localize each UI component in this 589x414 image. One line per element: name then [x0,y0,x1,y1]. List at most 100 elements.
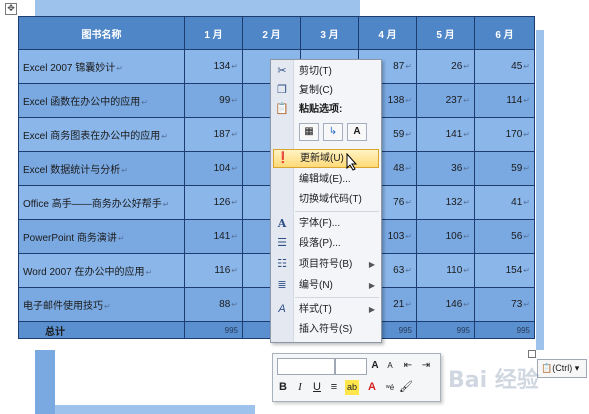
grow-font-button[interactable]: A [368,358,382,373]
value-cell-m6[interactable]: 114↵ [474,83,535,118]
paragraph-mark-icon: ↵ [405,300,412,309]
menu-item-update-field[interactable]: ❗ 更新域(U) [273,149,379,168]
paste-text-only-button[interactable]: A [347,123,367,141]
header-jun[interactable]: 6 月 [474,16,535,50]
paste-options-ctrl-button[interactable]: 📋(Ctrl) ▾ [537,359,587,378]
menu-item-styles[interactable]: A 样式(T) ▶ [271,300,381,319]
cell-value: 110 [446,265,463,276]
shrink-font-button[interactable]: A [383,358,397,373]
clipboard-icon: 📋 [541,363,553,373]
value-cell-m1[interactable]: 126↵ [184,185,243,220]
table-move-handle[interactable]: ✥ [5,3,17,15]
menu-label: 更新域(U) [300,153,344,164]
cell-value: 141 [445,129,463,140]
value-cell-m6[interactable]: 73↵ [474,287,535,322]
paragraph-mark-icon: ↵ [463,198,470,207]
paragraph-mark-icon: ↵ [463,300,470,309]
paste-keep-source-button[interactable]: ▦ [299,123,319,141]
value-cell-m1[interactable]: 141↵ [184,219,243,254]
menu-item-bullets[interactable]: ☷ 项目符号(B) ▶ [271,255,381,274]
paragraph-mark-icon: ↵ [405,130,412,139]
total-value: 995 [224,325,238,335]
bold-button[interactable]: B [276,380,290,395]
value-cell-m5[interactable]: 26↵ [416,49,475,84]
paragraph-mark-icon: ↵ [231,62,238,71]
header-mar[interactable]: 3 月 [300,16,359,50]
header-jan[interactable]: 1 月 [184,16,243,50]
table-resize-handle[interactable] [528,350,536,358]
italic-button[interactable]: I [293,380,307,395]
cell-value: 99 [219,95,231,106]
highlight-icon[interactable]: ab [345,380,359,395]
value-cell-m1[interactable]: 99↵ [184,83,243,118]
font-size-box[interactable] [335,358,367,375]
value-cell-m1[interactable]: 134↵ [184,49,243,84]
menu-item-paragraph[interactable]: ☰ 段落(P)... [271,234,381,253]
menu-item-toggle-field-codes[interactable]: 切换域代码(T) [271,190,381,209]
numbering-icon: ≣ [277,279,287,291]
outdent-icon[interactable]: ⇥ [419,358,433,373]
scissors-icon: ✂ [277,65,287,77]
value-cell-m5[interactable]: 110↵ [416,253,475,288]
book-name-cell[interactable]: Excel 数据统计与分析↵ [18,151,185,186]
book-name-cell[interactable]: PowerPoint 商务演讲↵ [18,219,185,254]
value-cell-m1[interactable]: 104↵ [184,151,243,186]
format-painter-icon[interactable]: 🖌 [399,380,413,395]
menu-item-font[interactable]: A 字体(F)... [271,214,381,233]
value-cell-m1[interactable]: 187↵ [184,117,243,152]
value-cell-m6[interactable]: 154↵ [474,253,535,288]
menu-item-cut[interactable]: ✂ 剪切(T) [271,62,381,81]
chevron-down-icon: ▾ [572,363,580,373]
total-label-cell[interactable]: 总计 [18,321,185,339]
book-name-cell[interactable]: Office 高手——商务办公好帮手↵ [18,185,185,220]
total-value-cell-m5[interactable]: 995 [416,321,475,339]
paste-merge-button[interactable]: ↳ [323,123,343,141]
value-cell-m5[interactable]: 132↵ [416,185,475,220]
menu-separator [295,297,379,298]
value-cell-m6[interactable]: 45↵ [474,49,535,84]
value-cell-m5[interactable]: 36↵ [416,151,475,186]
paragraph-mark-icon: ↵ [405,232,412,241]
book-name-cell[interactable]: Word 2007 在办公中的应用↵ [18,253,185,288]
value-cell-m6[interactable]: 56↵ [474,219,535,254]
value-cell-m5[interactable]: 146↵ [416,287,475,322]
font-name-box[interactable] [277,358,335,375]
value-cell-m5[interactable]: 141↵ [416,117,475,152]
value-cell-m6[interactable]: 59↵ [474,151,535,186]
total-value-cell-m6[interactable]: 995 [474,321,535,339]
header-apr[interactable]: 4 月 [358,16,417,50]
cell-value: 187 [213,129,231,140]
format-icon[interactable]: ʷé [383,380,397,395]
value-cell-m6[interactable]: 41↵ [474,185,535,220]
book-name-cell[interactable]: Excel 商务图表在办公中的应用↵ [18,117,185,152]
value-cell-m1[interactable]: 88↵ [184,287,243,322]
paste-format-icon: ▦ [304,126,314,137]
book-name-cell[interactable]: 电子邮件使用技巧↵ [18,287,185,322]
cell-value: 237 [445,95,463,106]
indent-icon[interactable]: ⇤ [401,358,415,373]
book-name: Office 高手——商务办公好帮手 [23,199,162,210]
value-cell-m5[interactable]: 237↵ [416,83,475,118]
total-value-cell-m1[interactable]: 995 [184,321,243,339]
font-color-icon[interactable]: A [365,380,379,395]
menu-label: 样式(T) [299,304,332,315]
menu-item-copy[interactable]: ❐ 复制(C) [271,81,381,100]
menu-item-insert-symbol[interactable]: 插入符号(S) [271,320,381,339]
header-may[interactable]: 5 月 [416,16,475,50]
value-cell-m5[interactable]: 106↵ [416,219,475,254]
header-feb[interactable]: 2 月 [242,16,301,50]
book-name-cell[interactable]: Excel 函数在办公中的应用↵ [18,83,185,118]
chevron-right-icon: ▶ [368,260,375,269]
align-center-icon[interactable]: ≡ [327,380,341,395]
header-book-name[interactable]: 图书名称 [18,16,185,50]
paragraph-mark-icon: ↵ [104,302,111,311]
value-cell-m1[interactable]: 116↵ [184,253,243,288]
value-cell-m6[interactable]: 170↵ [474,117,535,152]
cell-value: 132 [445,197,463,208]
menu-item-edit-field[interactable]: 编辑域(E)... [271,170,381,189]
underline-button[interactable]: U [310,380,324,395]
cell-value: 146 [445,299,463,310]
menu-item-numbering[interactable]: ≣ 编号(N) ▶ [271,276,381,295]
book-name-cell[interactable]: Excel 2007 锦囊妙计↵ [18,49,185,84]
paragraph-mark-icon: ↵ [161,132,168,141]
